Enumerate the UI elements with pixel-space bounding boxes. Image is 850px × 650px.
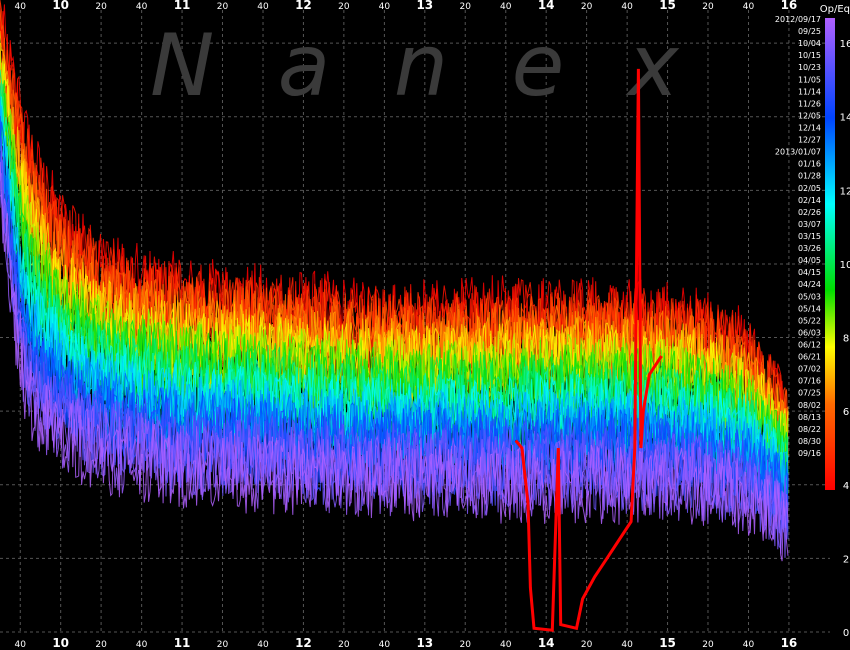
date-label: 10/15 <box>798 51 821 60</box>
date-label: 06/21 <box>798 353 821 362</box>
date-label: 05/03 <box>798 292 821 301</box>
x-tick-label: 40 <box>379 640 391 650</box>
date-label: 11/05 <box>798 75 821 84</box>
date-label: 03/07 <box>798 220 821 229</box>
x-tick-label: 40 <box>136 640 148 650</box>
date-label: 07/25 <box>798 389 821 398</box>
x-tick-label: 40 <box>136 2 148 12</box>
date-label: 08/13 <box>798 413 821 422</box>
y-tick-label: 8 <box>843 334 849 345</box>
date-label: 08/22 <box>798 425 821 434</box>
color-bar-gradient <box>825 18 835 490</box>
x-tick-label: 40 <box>500 640 512 650</box>
date-label: 05/22 <box>798 316 821 325</box>
x-tick-label: 14 <box>538 0 555 12</box>
y-tick-label: 12 <box>840 186 850 197</box>
date-label: 09/16 <box>798 449 821 458</box>
x-tick-label: 40 <box>743 2 755 12</box>
date-label: 07/16 <box>798 377 821 386</box>
date-label: 11/14 <box>798 87 821 96</box>
date-label: 2013/01/07 <box>775 148 821 157</box>
y-tick-label: 0 <box>843 628 849 639</box>
date-label: 06/12 <box>798 341 821 350</box>
date-label: 10/23 <box>798 63 821 72</box>
date-label: 02/05 <box>798 184 821 193</box>
date-label: 10/04 <box>798 39 821 48</box>
x-tick-label: 20 <box>581 2 593 12</box>
x-tick-label: 20 <box>702 640 714 650</box>
x-tick-label: 20 <box>95 640 107 650</box>
chart: N a n e x 40 10 20 40 11 20 40 12 20 40 13 20 40 14 20… <box>0 0 850 650</box>
x-tick-label: 20 <box>338 640 350 650</box>
x-tick-label: 10 <box>52 0 69 12</box>
y-axis-label: Op/Eq <box>820 4 850 15</box>
date-label: 01/28 <box>798 172 821 181</box>
date-label: 04/15 <box>798 268 821 277</box>
x-tick-label: 14 <box>538 636 555 650</box>
date-label: 04/05 <box>798 256 821 265</box>
date-label: 01/16 <box>798 160 821 169</box>
date-label: 08/02 <box>798 401 821 410</box>
x-tick-label: 40 <box>257 640 269 650</box>
x-tick-label: 40 <box>621 640 633 650</box>
x-tick-label: 15 <box>659 636 676 650</box>
x-tick-label: 20 <box>460 2 472 12</box>
x-tick-label: 16 <box>781 636 798 650</box>
y-tick-label: 4 <box>843 481 849 492</box>
x-tick-label: 12 <box>295 0 312 12</box>
date-label: 12/27 <box>798 136 821 145</box>
x-tick-label: 13 <box>416 636 433 650</box>
x-tick-label: 40 <box>621 2 633 12</box>
y-tick-label: 10 <box>840 260 850 271</box>
date-label: 2012/09/17 <box>775 15 821 24</box>
x-tick-label: 11 <box>174 636 191 650</box>
x-tick-label: 40 <box>743 640 755 650</box>
color-bar <box>825 18 835 490</box>
date-label: 07/02 <box>798 365 821 374</box>
date-label: 11/26 <box>798 99 821 108</box>
date-label: 05/14 <box>798 304 821 313</box>
x-tick-label: 40 <box>379 2 391 12</box>
date-label: 09/25 <box>798 27 821 36</box>
date-label: 12/05 <box>798 111 821 120</box>
x-tick-label: 20 <box>338 2 350 12</box>
date-label: 08/30 <box>798 437 821 446</box>
x-tick-label: 40 <box>500 2 512 12</box>
date-label: 04/24 <box>798 280 821 289</box>
date-label: 02/26 <box>798 208 821 217</box>
x-tick-label: 20 <box>581 640 593 650</box>
x-tick-label: 20 <box>95 2 107 12</box>
date-label: 12/14 <box>798 124 821 133</box>
x-tick-label: 20 <box>217 2 229 12</box>
x-tick-label: 20 <box>217 640 229 650</box>
x-tick-label: 40 <box>15 2 27 12</box>
watermark-text: N a n e x <box>150 16 697 116</box>
x-tick-label: 11 <box>174 0 191 12</box>
x-tick-label: 10 <box>52 636 69 650</box>
y-tick-label: 16 <box>840 39 850 50</box>
date-label: 03/26 <box>798 244 821 253</box>
x-tick-label: 12 <box>295 636 312 650</box>
x-tick-label: 20 <box>702 2 714 12</box>
y-tick-label: 14 <box>840 113 850 124</box>
x-tick-label: 15 <box>659 0 676 12</box>
x-tick-label: 13 <box>416 0 433 12</box>
date-label: 03/15 <box>798 232 821 241</box>
date-label: 02/14 <box>798 196 821 205</box>
y-tick-label: 2 <box>843 554 849 565</box>
x-tick-label: 40 <box>15 640 27 650</box>
y-tick-label: 6 <box>843 407 849 418</box>
date-label: 06/03 <box>798 328 821 337</box>
x-tick-label: 20 <box>460 640 472 650</box>
x-tick-label: 16 <box>781 0 798 12</box>
x-tick-label: 40 <box>257 2 269 12</box>
